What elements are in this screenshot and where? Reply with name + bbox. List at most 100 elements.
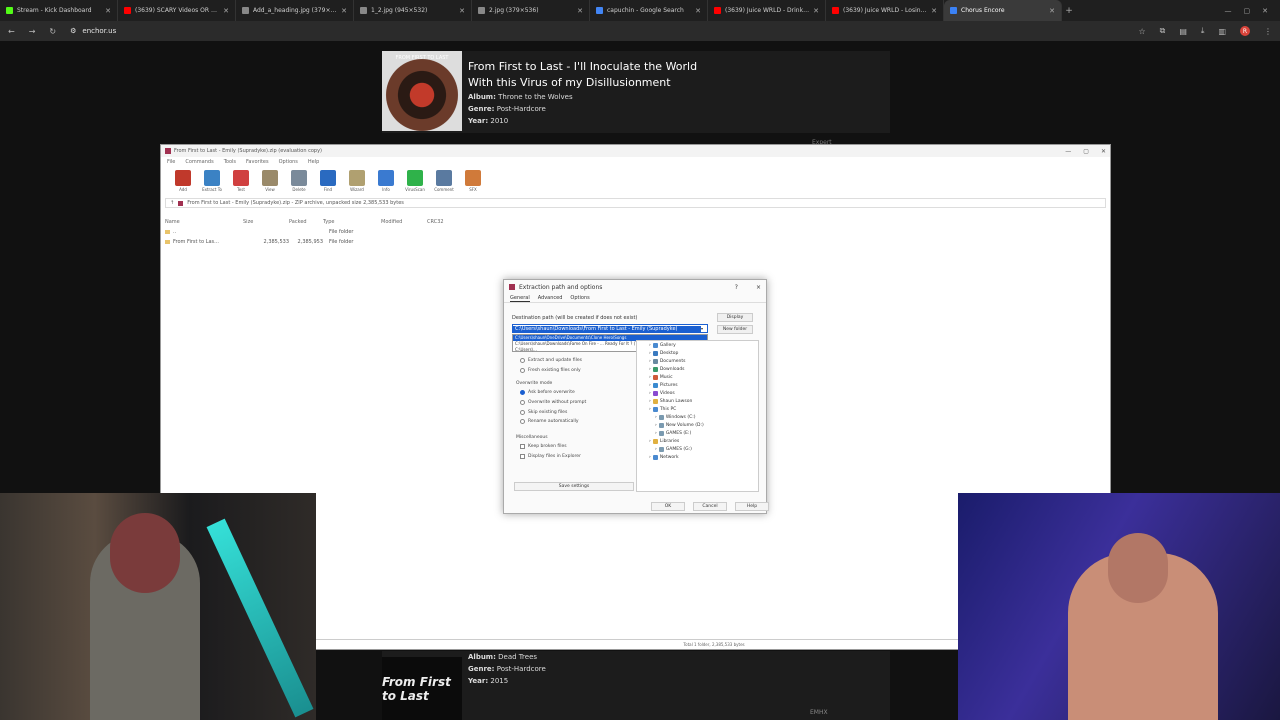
new-folder-button[interactable]: New folder xyxy=(717,325,753,334)
browser-tab[interactable]: (3639) SCARY Videos OR Are Y... ✕ xyxy=(118,0,236,21)
reload-icon[interactable]: ↻ xyxy=(49,27,56,36)
overwrite-option[interactable]: Skip existing files xyxy=(516,407,586,417)
tab-advanced[interactable]: Advanced xyxy=(538,295,563,301)
checkbox-icon[interactable] xyxy=(520,444,525,450)
tab-close-icon[interactable]: ✕ xyxy=(459,7,465,15)
expand-icon[interactable]: › xyxy=(649,383,651,388)
tab-close-icon[interactable]: ✕ xyxy=(577,7,583,15)
back-icon[interactable]: ← xyxy=(8,27,15,36)
tree-node[interactable]: › Pictures xyxy=(637,381,758,389)
cancel-button[interactable]: Cancel xyxy=(693,502,727,511)
tree-node[interactable]: › GAMES (G:) xyxy=(637,445,758,453)
toolbar-button[interactable]: Test xyxy=(229,170,253,192)
expand-icon[interactable]: › xyxy=(649,343,651,348)
tab-close-icon[interactable]: ✕ xyxy=(105,7,111,15)
winrar-menu-item[interactable]: Options xyxy=(279,159,298,165)
toolbar-button[interactable]: Find xyxy=(316,170,340,192)
radio-icon[interactable] xyxy=(520,400,525,406)
tab-close-icon[interactable]: ✕ xyxy=(695,7,701,15)
column-header[interactable]: Packed xyxy=(289,219,323,225)
expand-icon[interactable]: › xyxy=(649,399,651,404)
toolbar-button[interactable]: Comment xyxy=(432,170,456,192)
profile-avatar[interactable]: R xyxy=(1240,26,1250,36)
checkbox-icon[interactable] xyxy=(520,454,525,460)
ok-button[interactable]: OK xyxy=(651,502,685,511)
sidebar-icon[interactable]: ▤ xyxy=(1179,27,1187,36)
destination-path-input[interactable]: C:\Users\shaun\Downloads\From First to L… xyxy=(512,324,708,333)
folder-tree[interactable]: › Gallery › Desktop › Documents › Downloads › Mus… xyxy=(636,340,759,492)
tab-close-icon[interactable]: ✕ xyxy=(1049,7,1055,15)
expand-icon[interactable]: › xyxy=(649,391,651,396)
tree-node[interactable]: › Music xyxy=(637,373,758,381)
radio-icon[interactable] xyxy=(520,409,525,415)
save-settings-button[interactable]: Save settings xyxy=(514,482,634,491)
update-option[interactable]: Fresh existing files only xyxy=(516,366,582,376)
minimize-icon[interactable]: — xyxy=(1225,7,1232,15)
browser-tab[interactable]: 2.jpg (379×536) ✕ xyxy=(472,0,590,21)
update-option[interactable]: Extract and update files xyxy=(516,356,582,366)
expand-icon[interactable]: › xyxy=(649,407,651,412)
toolbar-button[interactable]: View xyxy=(258,170,282,192)
tree-node[interactable]: › Videos xyxy=(637,389,758,397)
chevron-down-icon[interactable]: ▾ xyxy=(701,326,703,331)
tree-node[interactable]: › Shaun Lawson xyxy=(637,397,758,405)
tab-close-icon[interactable]: ✕ xyxy=(931,7,937,15)
tab-general[interactable]: General xyxy=(510,295,530,302)
browser-tab[interactable]: capuchin - Google Search ✕ xyxy=(590,0,708,21)
misc-option[interactable]: Display files in Explorer xyxy=(516,452,581,462)
column-header[interactable]: Name xyxy=(165,219,243,225)
expand-icon[interactable]: › xyxy=(655,447,657,452)
expand-icon[interactable]: › xyxy=(649,367,651,372)
radio-icon[interactable] xyxy=(520,358,525,364)
winrar-path-bar[interactable]: ↑ From First to Last - Emily (Supradyke)… xyxy=(165,198,1106,208)
tree-node[interactable]: › Libraries xyxy=(637,437,758,445)
toolbar-button[interactable]: SFX xyxy=(461,170,485,192)
radio-icon[interactable] xyxy=(520,368,525,374)
tree-node[interactable]: › GAMES (E:) xyxy=(637,429,758,437)
column-header[interactable]: CRC32 xyxy=(427,219,457,225)
help-icon[interactable]: ? xyxy=(735,284,738,291)
tree-node[interactable]: › Desktop xyxy=(637,349,758,357)
download-icon[interactable]: ⤓ xyxy=(1201,26,1205,36)
browser-tab[interactable]: (3639) Juice WRLD - Losin... ✕ xyxy=(826,0,944,21)
browser-tab[interactable]: Add_a_heading.jpg (379×536) ✕ xyxy=(236,0,354,21)
winrar-menu-item[interactable]: File xyxy=(167,159,175,165)
overwrite-option[interactable]: Overwrite without prompt xyxy=(516,398,586,408)
address-bar[interactable]: ⚙ enchor.us xyxy=(70,27,1124,35)
display-button[interactable]: Display xyxy=(717,313,753,322)
split-view-icon[interactable]: ▥ xyxy=(1218,27,1226,36)
expand-icon[interactable]: › xyxy=(649,455,651,460)
browser-tab[interactable]: 1_2.jpg (945×532) ✕ xyxy=(354,0,472,21)
winrar-minimize-icon[interactable]: — xyxy=(1065,148,1071,155)
winrar-close-icon[interactable]: ✕ xyxy=(1101,148,1106,155)
dialog-close-icon[interactable]: × xyxy=(756,284,761,291)
forward-icon[interactable]: → xyxy=(29,27,36,36)
toolbar-button[interactable]: Info xyxy=(374,170,398,192)
browser-tab[interactable]: (3639) Juice WRLD - Drinking T... ✕ xyxy=(708,0,826,21)
winrar-menu-item[interactable]: Tools xyxy=(224,159,236,165)
song-card[interactable]: FROM FIRST TO LAST From First to Last - … xyxy=(382,51,890,133)
expand-icon[interactable]: › xyxy=(655,415,657,420)
bookmark-star-icon[interactable]: ☆ xyxy=(1138,27,1145,36)
menu-icon[interactable]: ⋮ xyxy=(1264,27,1272,36)
close-icon[interactable]: ✕ xyxy=(1262,7,1268,15)
browser-tab[interactable]: Chorus Encore ✕ xyxy=(944,0,1062,21)
toolbar-button[interactable]: Wizard xyxy=(345,170,369,192)
tree-node[interactable]: › Documents xyxy=(637,357,758,365)
file-row[interactable]: From First to Las... 2,385,533 2,385,953 Fi… xyxy=(165,239,381,245)
overwrite-option[interactable]: Ask before overwrite xyxy=(516,388,586,398)
winrar-menu-item[interactable]: Commands xyxy=(185,159,213,165)
tree-node[interactable]: › This PC xyxy=(637,405,758,413)
radio-icon[interactable] xyxy=(520,419,525,425)
site-info-icon[interactable]: ⚙ xyxy=(70,27,76,35)
up-folder-icon[interactable]: ↑ xyxy=(170,200,174,206)
toolbar-button[interactable]: VirusScan xyxy=(403,170,427,192)
column-header[interactable]: Modified xyxy=(381,219,427,225)
tree-node[interactable]: › Gallery xyxy=(637,341,758,349)
tree-node[interactable]: › Downloads xyxy=(637,365,758,373)
expand-icon[interactable]: › xyxy=(649,351,651,356)
column-header[interactable]: Size xyxy=(243,219,289,225)
tab-close-icon[interactable]: ✕ xyxy=(223,7,229,15)
browser-tab[interactable]: Stream - Kick Dashboard ✕ xyxy=(0,0,118,21)
tree-node[interactable]: › New Volume (D:) xyxy=(637,421,758,429)
